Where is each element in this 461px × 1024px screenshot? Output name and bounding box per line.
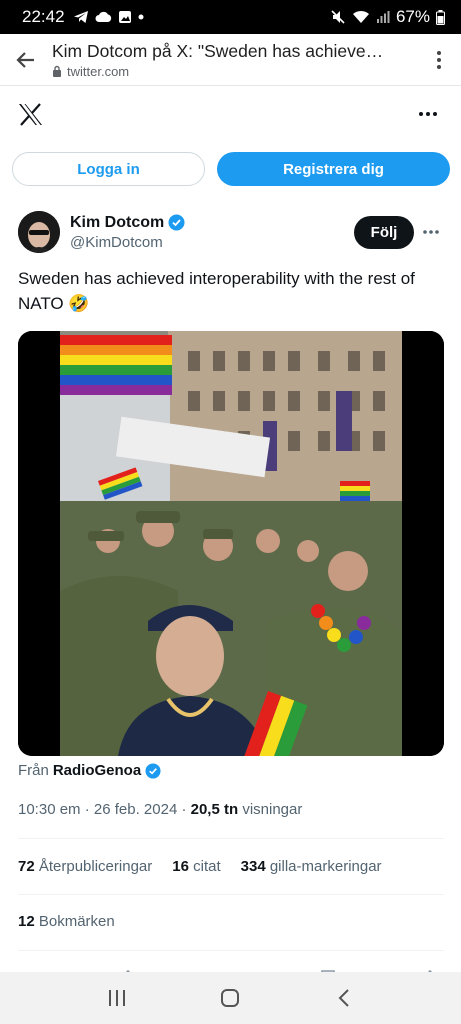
cloud-icon <box>95 11 111 22</box>
video-frame <box>18 331 444 756</box>
avatar[interactable] <box>18 211 60 253</box>
divider <box>18 894 444 895</box>
system-back-button[interactable] <box>324 978 364 1018</box>
from-prefix: Från <box>18 762 49 779</box>
quotes-stat[interactable]: 16 citat <box>172 858 220 875</box>
verified-badge-icon <box>145 762 161 779</box>
recent-apps-icon <box>108 990 125 1006</box>
tweet-more-button[interactable] <box>414 230 448 234</box>
overflow-menu-icon <box>437 50 441 69</box>
browser-back-button[interactable] <box>0 34 52 86</box>
bookmarks-stat[interactable]: 12 Bokmärken <box>18 913 115 930</box>
divider <box>18 950 444 951</box>
auth-buttons: Logga in Registrera dig <box>12 152 450 186</box>
telegram-icon <box>73 11 88 23</box>
home-icon <box>221 989 240 1007</box>
browser-toolbar: Kim Dotcom på X: "Sweden has achieve… tw… <box>0 34 461 86</box>
signal-icon <box>376 11 390 23</box>
home-button[interactable] <box>210 978 250 1018</box>
tweet-meta: 10:30 em · 26 feb. 2024 · 20,5 tn visnin… <box>18 801 302 818</box>
dot-icon <box>138 14 144 20</box>
verified-badge-icon <box>168 214 185 231</box>
recent-apps-button[interactable] <box>97 978 137 1018</box>
system-nav-bar <box>0 972 461 1024</box>
back-icon <box>338 989 349 1007</box>
tweet-video[interactable] <box>18 331 444 756</box>
video-source: Från RadioGenoa <box>18 762 161 779</box>
author-name[interactable]: Kim Dotcom <box>70 214 164 232</box>
divider <box>18 838 444 839</box>
x-logo-icon[interactable] <box>18 102 43 126</box>
more-icon <box>419 112 437 116</box>
battery-percent: 67% <box>395 7 430 26</box>
follow-button[interactable]: Följ <box>354 215 414 249</box>
tweet-text: Sweden has achieved interoperability wit… <box>18 269 415 313</box>
lock-icon <box>53 65 61 77</box>
wifi-icon <box>352 10 369 23</box>
gallery-icon <box>118 11 131 23</box>
tweet-author: Kim Dotcom @KimDotcom Följ <box>18 206 448 258</box>
status-time: 22:42 <box>22 7 65 26</box>
header-more-button[interactable] <box>413 99 443 129</box>
from-source-link[interactable]: RadioGenoa <box>53 762 141 779</box>
url-text: twitter.com <box>67 63 130 79</box>
more-icon <box>423 230 439 234</box>
login-button[interactable]: Logga in <box>12 152 205 186</box>
battery-icon <box>436 9 445 25</box>
views-count: 20,5 tn <box>190 801 239 818</box>
url-block[interactable]: Kim Dotcom på X: "Sweden has achieve… tw… <box>52 41 417 79</box>
tweet-timestamp[interactable]: 10:30 em · 26 feb. 2024 · <box>18 801 191 818</box>
author-handle[interactable]: @KimDotcom <box>70 234 185 251</box>
mute-icon <box>331 10 345 24</box>
views-label: visningar <box>238 801 303 818</box>
page-title: Kim Dotcom på X: "Sweden has achieve… <box>52 40 384 61</box>
status-bar: 22:42 67% <box>0 0 461 34</box>
tweet-stats: 72 Återpubliceringar 16 citat 334 gilla-… <box>18 858 382 875</box>
browser-menu-button[interactable] <box>417 34 461 86</box>
avatar-image <box>18 211 60 253</box>
signup-button[interactable]: Registrera dig <box>217 152 450 186</box>
back-arrow-icon <box>16 51 34 68</box>
x-header <box>0 86 461 142</box>
reposts-stat[interactable]: 72 Återpubliceringar <box>18 858 152 875</box>
likes-stat[interactable]: 334 gilla-markeringar <box>241 858 382 875</box>
